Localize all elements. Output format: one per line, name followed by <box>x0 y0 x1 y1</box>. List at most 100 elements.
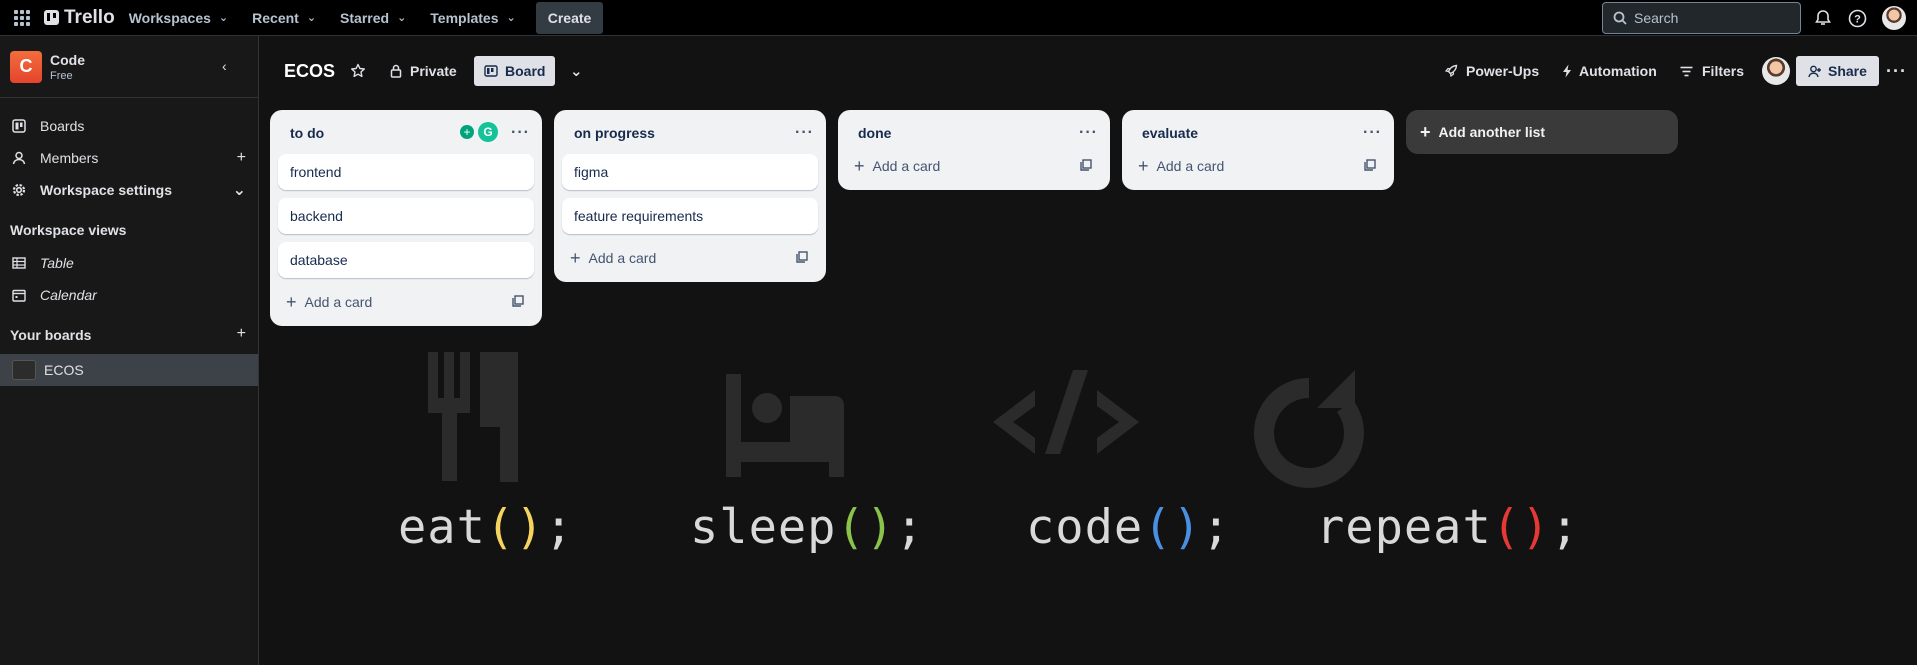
filters-button[interactable]: Filters <box>1680 55 1744 87</box>
chevron-down-icon: ⌄ <box>306 12 317 24</box>
add-card-button[interactable]: + Add a card <box>1130 150 1386 182</box>
collapse-sidebar-icon[interactable]: ‹ <box>222 58 227 74</box>
add-person-icon <box>1808 65 1821 77</box>
plus-icon: + <box>570 247 581 268</box>
gear-icon <box>12 183 32 197</box>
list-header[interactable]: on progress ··· <box>562 116 818 150</box>
list-menu-icon[interactable]: ··· <box>795 124 814 142</box>
workspaces-menu[interactable]: Workspaces ⌄ <box>119 2 238 34</box>
lightning-icon <box>1563 64 1571 78</box>
code-brackets-icon <box>993 370 1139 454</box>
power-ups-button[interactable]: Power-Ups <box>1444 55 1539 87</box>
table-icon <box>12 257 32 269</box>
workspace-sidebar: C Code Free ‹ Boards Members + Workspace… <box>0 36 259 665</box>
workspace-logo[interactable]: C <box>10 50 42 83</box>
card-template-icon[interactable] <box>512 294 524 310</box>
list-done: done ··· + Add a card <box>838 110 1110 190</box>
list-evaluate: evaluate ··· + Add a card <box>1122 110 1394 190</box>
add-another-list-button[interactable]: + Add another list <box>1406 110 1678 154</box>
add-member-icon[interactable]: + <box>237 149 246 167</box>
grammarly-icon[interactable]: G <box>478 122 498 142</box>
refresh-icon <box>1254 370 1364 488</box>
notifications-icon[interactable] <box>1812 7 1834 29</box>
wallpaper-code: code(); <box>1026 500 1232 555</box>
board-view-icon <box>484 65 498 77</box>
bed-icon <box>726 374 844 477</box>
share-button[interactable]: Share <box>1796 56 1879 86</box>
card-template-icon[interactable] <box>1080 158 1092 174</box>
trello-logo-icon <box>44 10 59 25</box>
wallpaper-eat: eat(); <box>398 500 574 555</box>
help-icon[interactable]: ? <box>1846 7 1868 29</box>
list-menu-icon[interactable]: ··· <box>1363 124 1382 142</box>
board-member-avatar[interactable] <box>1762 57 1790 85</box>
wallpaper-repeat: repeat(); <box>1316 500 1580 555</box>
list-menu-icon[interactable]: ··· <box>1079 124 1098 142</box>
user-avatar[interactable] <box>1882 6 1906 30</box>
plus-icon: + <box>286 291 297 312</box>
rocket-icon <box>1444 64 1458 78</box>
card[interactable]: frontend <box>278 154 534 190</box>
views-dropdown-chevron-icon[interactable]: ⌄ <box>570 55 583 87</box>
star-board-icon[interactable] <box>350 55 366 87</box>
boards-icon <box>12 119 32 133</box>
add-card-button[interactable]: + Add a card <box>278 286 534 318</box>
sidebar-item-workspace-settings[interactable]: Workspace settings ⌄ <box>0 174 258 206</box>
chevron-down-icon: ⌄ <box>218 12 229 24</box>
board-header: ECOS Private Board ⌄ Power-Ups Automatio… <box>260 36 1917 106</box>
card-template-icon[interactable] <box>796 250 808 266</box>
calendar-icon <box>12 288 32 302</box>
card[interactable]: database <box>278 242 534 278</box>
list-extension-badges: + G <box>460 122 498 142</box>
sidebar-item-calendar[interactable]: Calendar <box>0 279 258 311</box>
automation-button[interactable]: Automation <box>1562 55 1657 87</box>
fork-knife-icon <box>428 352 518 482</box>
lock-icon <box>390 64 402 78</box>
person-icon <box>12 151 32 165</box>
board-canvas: eat(); sleep(); code(); repeat(); to do ·… <box>260 106 1917 665</box>
search-icon <box>1613 11 1627 25</box>
recent-menu[interactable]: Recent ⌄ <box>242 2 326 34</box>
list-menu-icon[interactable]: ··· <box>511 124 530 142</box>
sidebar-item-board-ecos[interactable]: ECOS <box>0 354 258 386</box>
card[interactable]: feature requirements <box>562 198 818 234</box>
workspace-name[interactable]: Code <box>50 52 85 68</box>
list-to-do: to do ··· + G frontend backend database +… <box>270 110 542 326</box>
templates-menu[interactable]: Templates ⌄ <box>420 2 525 34</box>
starred-menu[interactable]: Starred ⌄ <box>330 2 416 34</box>
search-input[interactable]: Search <box>1602 2 1801 34</box>
board-menu-icon[interactable]: ··· <box>1886 55 1907 87</box>
sidebar-item-members[interactable]: Members + <box>0 142 258 174</box>
chevron-down-icon: ⌄ <box>506 12 516 24</box>
board-view-button[interactable]: Board <box>474 56 556 86</box>
board-thumbnail <box>12 360 36 380</box>
trello-logo[interactable]: Trello <box>44 7 115 29</box>
list-header[interactable]: done ··· <box>846 116 1102 150</box>
apps-grid-icon[interactable] <box>12 8 32 28</box>
add-card-button[interactable]: + Add a card <box>562 242 818 274</box>
svg-text:?: ? <box>1854 13 1861 25</box>
list-header[interactable]: evaluate ··· <box>1130 116 1386 150</box>
card[interactable]: figma <box>562 154 818 190</box>
board-title[interactable]: ECOS <box>284 61 335 82</box>
chevron-down-icon: ⌄ <box>397 12 407 24</box>
plus-icon: + <box>1420 121 1431 142</box>
filter-icon <box>1680 66 1693 76</box>
add-extension-icon[interactable]: + <box>460 125 474 139</box>
card-template-icon[interactable] <box>1364 158 1376 174</box>
chevron-down-icon: ⌄ <box>232 182 246 199</box>
workspace-plan: Free <box>50 69 73 82</box>
add-board-icon[interactable]: + <box>218 318 258 350</box>
list-on-progress: on progress ··· figma feature requirement… <box>554 110 826 282</box>
visibility-button[interactable]: Private <box>390 55 457 87</box>
sidebar-item-table[interactable]: Table <box>0 247 258 279</box>
wallpaper-sleep: sleep(); <box>690 500 925 555</box>
sidebar-item-boards[interactable]: Boards <box>0 110 258 142</box>
your-boards-heading: Your boards <box>10 327 92 343</box>
plus-icon: + <box>854 155 865 176</box>
card[interactable]: backend <box>278 198 534 234</box>
workspace-header: C Code Free ‹ <box>0 36 258 98</box>
add-card-button[interactable]: + Add a card <box>846 150 1102 182</box>
plus-icon: + <box>1138 155 1149 176</box>
create-button[interactable]: Create <box>535 1 604 34</box>
